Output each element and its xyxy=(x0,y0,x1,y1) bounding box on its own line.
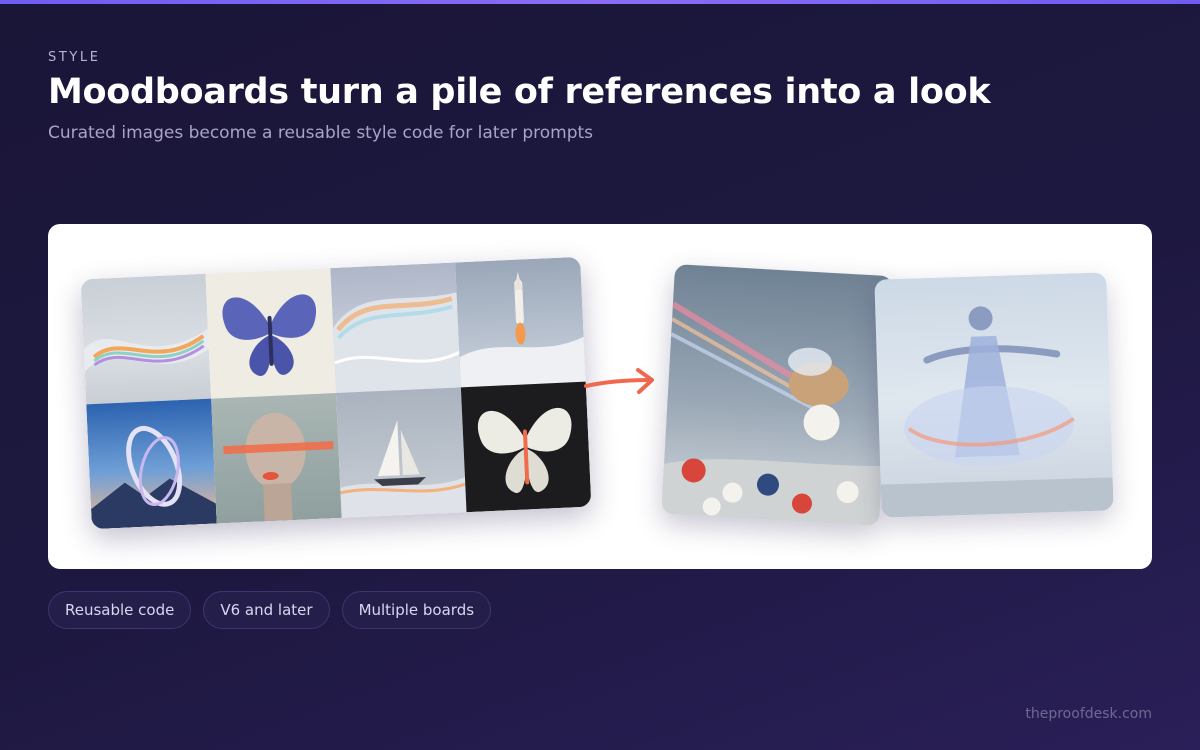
arrow-right-icon xyxy=(584,368,654,394)
iridescent-dune-image xyxy=(330,262,461,393)
dancer-blur-image xyxy=(874,272,1114,518)
page-title: Moodboards turn a pile of references int… xyxy=(48,72,991,112)
bee-on-flowers-image xyxy=(661,264,893,526)
blue-butterfly-image xyxy=(205,268,336,399)
footer-site: theproofdesk.com xyxy=(1025,706,1152,722)
top-accent-bar xyxy=(0,0,1200,4)
iridescent-wave-image xyxy=(80,273,212,405)
ring-sculpture-image xyxy=(86,398,217,530)
illustration-card xyxy=(48,224,1152,569)
sailboat-image xyxy=(336,387,467,518)
chip-v6-and-later: V6 and later xyxy=(203,591,330,629)
section-eyebrow: STYLE xyxy=(48,50,101,65)
reference-collage xyxy=(80,256,592,530)
chip-multiple-boards: Multiple boards xyxy=(341,591,492,629)
mannequin-head-image xyxy=(211,393,342,524)
white-butterfly-image xyxy=(460,381,592,513)
rocket-launch-image xyxy=(455,256,586,388)
page-subtitle: Curated images become a reusable style c… xyxy=(48,123,594,143)
feature-chips: Reusable code V6 and later Multiple boar… xyxy=(48,591,492,629)
chip-reusable-code: Reusable code xyxy=(48,591,192,629)
